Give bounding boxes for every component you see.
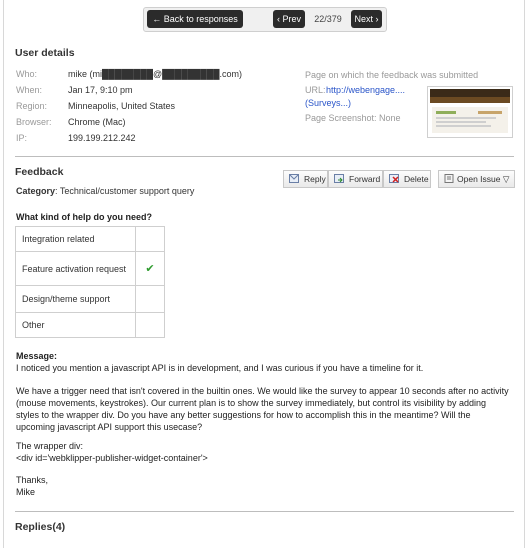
ip-label: IP:	[16, 133, 28, 143]
message-line: styles to the wrapper div. Do you have a…	[16, 410, 471, 420]
option-label: Other	[15, 312, 136, 338]
url-label: URL:	[305, 85, 326, 95]
feedback-title: Feedback	[15, 166, 64, 178]
table-row: Design/theme support	[15, 285, 165, 313]
who-label: Who:	[16, 69, 38, 79]
open-issue-label: Open Issue ▽	[457, 174, 510, 184]
browser-label: Browser:	[16, 117, 52, 127]
delete-button[interactable]: Delete	[383, 170, 431, 188]
table-row: Integration related	[15, 226, 165, 252]
prev-button[interactable]: ‹ Prev	[273, 10, 305, 28]
open-issue-dropdown[interactable]: Open Issue ▽	[438, 170, 515, 188]
option-label: Feature activation request	[15, 251, 136, 286]
table-row: Feature activation request ✔	[15, 251, 165, 286]
issue-icon	[444, 174, 454, 183]
page-thumbnail[interactable]	[427, 86, 513, 138]
help-options-table: Integration related Feature activation r…	[15, 226, 165, 338]
message-line: Thanks,	[16, 475, 49, 485]
option-label: Design/theme support	[15, 285, 136, 313]
section-divider	[15, 156, 514, 157]
response-counter: 22/379	[314, 14, 342, 24]
message-line: upcoming javascript API support this use…	[16, 422, 203, 432]
forward-icon	[334, 174, 344, 183]
page-title-link[interactable]: (Surveys...)	[305, 98, 351, 108]
category-value: : Technical/customer support query	[55, 186, 195, 196]
replies-divider	[15, 511, 514, 512]
forward-label: Forward	[349, 174, 381, 184]
back-to-responses-button[interactable]: ← Back to responses	[147, 10, 243, 28]
delete-icon	[389, 174, 399, 183]
delete-label: Delete	[404, 174, 429, 184]
region-value: Minneapolis, United States	[68, 101, 176, 111]
option-check	[135, 226, 165, 252]
message-line: (mouse movements, keystrokes). Our curre…	[16, 398, 487, 408]
category-line: Category: Technical/customer support que…	[16, 186, 194, 196]
reply-icon	[289, 174, 299, 183]
option-label: Integration related	[15, 226, 136, 252]
page-url-link[interactable]: http://webengage....	[326, 85, 405, 95]
message-label: Message:	[16, 351, 58, 361]
next-button[interactable]: Next ›	[351, 10, 382, 28]
message-line: I noticed you mention a javascript API i…	[16, 363, 424, 373]
page-info-heading: Page on which the feedback was submitted	[305, 70, 479, 80]
reply-label: Reply	[304, 174, 326, 184]
replies-title: Replies(4)	[15, 521, 66, 533]
question-heading: What kind of help do you need?	[16, 212, 152, 222]
category-label: Category	[16, 186, 56, 196]
page-screenshot-status: Page Screenshot: None	[305, 113, 401, 123]
when-label: When:	[16, 85, 43, 95]
option-check	[135, 312, 165, 338]
message-line: Mike	[16, 487, 36, 497]
message-line: The wrapper div:	[16, 441, 84, 451]
table-row: Other	[15, 312, 165, 338]
ip-value: 199.199.212.242	[68, 133, 136, 143]
checkmark-icon: ✔	[135, 251, 165, 286]
message-line: <div id='webklipper-publisher-widget-con…	[16, 453, 208, 463]
message-line: We have a trigger need that isn't covere…	[16, 386, 509, 396]
when-value: Jan 17, 9:10 pm	[68, 85, 133, 95]
user-details-title: User details	[15, 47, 75, 59]
reply-button[interactable]: Reply	[283, 170, 328, 188]
forward-button[interactable]: Forward	[328, 170, 383, 188]
region-label: Region:	[16, 101, 48, 111]
option-check	[135, 285, 165, 313]
browser-value: Chrome (Mac)	[68, 117, 126, 127]
who-value: mike (mi████████@█████████.com)	[68, 69, 243, 79]
